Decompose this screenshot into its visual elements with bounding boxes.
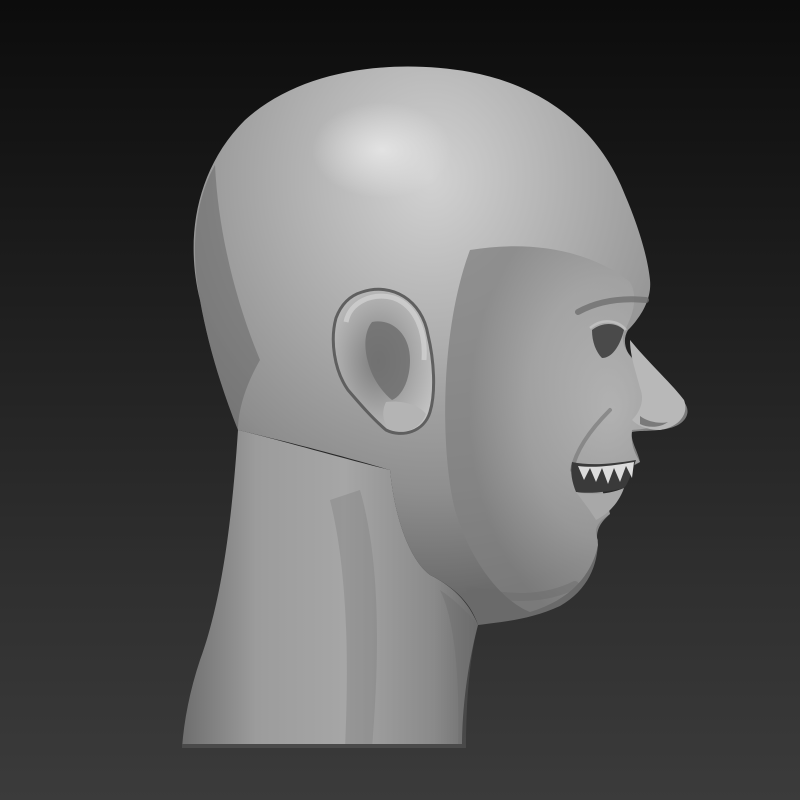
base-cut — [182, 744, 462, 748]
sculpted-head-profile-icon — [182, 66, 688, 748]
crown-highlight — [312, 102, 452, 198]
sculpt-viewport[interactable] — [0, 0, 800, 800]
